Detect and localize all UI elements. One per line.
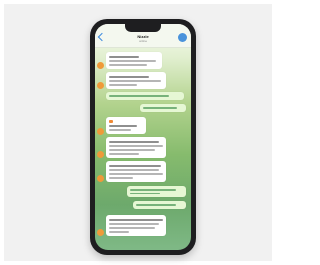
sender-avatar bbox=[97, 82, 104, 89]
message-bubble bbox=[106, 161, 166, 182]
message-incoming bbox=[95, 215, 191, 237]
message-incoming bbox=[95, 72, 191, 90]
message-incoming bbox=[95, 137, 191, 159]
message-outgoing bbox=[95, 186, 191, 198]
message-bubble bbox=[106, 137, 166, 158]
phone-notch bbox=[125, 24, 161, 32]
message-bubble bbox=[106, 117, 146, 134]
message-bubble bbox=[140, 104, 186, 112]
sender-avatar bbox=[97, 128, 104, 135]
message-incoming bbox=[95, 161, 191, 183]
sender-avatar bbox=[97, 229, 104, 236]
message-incoming bbox=[95, 52, 191, 70]
phone-mockup: Nizzle online bbox=[90, 19, 196, 255]
message-outgoing bbox=[95, 104, 191, 114]
sender-avatar bbox=[97, 175, 104, 182]
message-outgoing bbox=[95, 201, 191, 211]
sender-avatar bbox=[97, 151, 104, 158]
message-incoming bbox=[95, 117, 191, 135]
message-bubble bbox=[106, 215, 166, 236]
background: Nizzle online bbox=[4, 4, 272, 261]
message-bubble bbox=[106, 72, 166, 89]
contact-avatar[interactable] bbox=[178, 33, 187, 42]
chat-screen: Nizzle online bbox=[95, 24, 191, 250]
message-bubble bbox=[106, 52, 162, 69]
message-bubble bbox=[127, 186, 186, 197]
message-list[interactable] bbox=[95, 48, 191, 248]
message-outgoing bbox=[95, 92, 191, 102]
chevron-left-icon[interactable] bbox=[97, 32, 107, 42]
sender-avatar bbox=[97, 62, 104, 69]
chat-subtitle: online bbox=[138, 39, 147, 43]
message-bubble bbox=[106, 92, 184, 100]
message-bubble bbox=[133, 201, 186, 209]
